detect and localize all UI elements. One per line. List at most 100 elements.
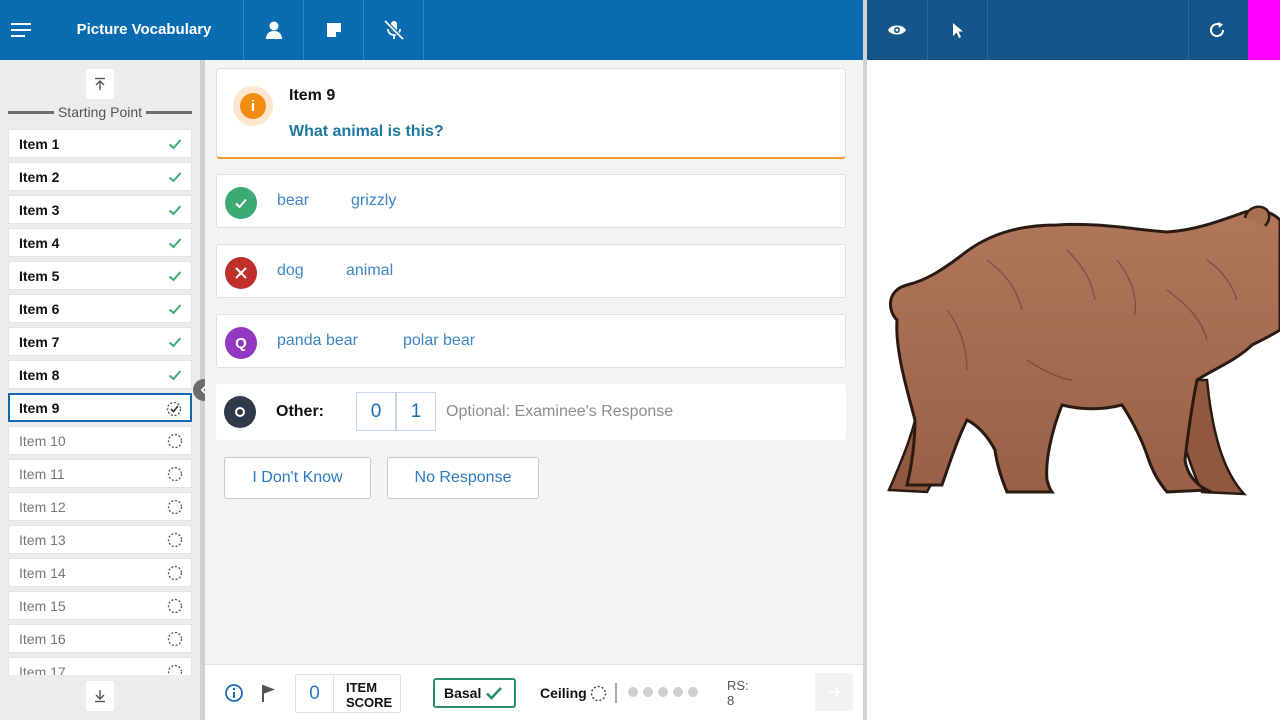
incorrect-answer[interactable]: dog <box>277 262 304 280</box>
mic-off-icon <box>383 19 404 41</box>
next-item-button[interactable] <box>815 673 853 711</box>
ceiling-dot <box>628 687 638 697</box>
pending-icon <box>167 598 183 614</box>
other-button[interactable] <box>224 396 256 428</box>
score-option-1[interactable]: 1 <box>396 392 436 431</box>
stimulus-panel <box>867 60 1280 720</box>
correct-answer[interactable]: bear <box>277 192 309 210</box>
info-circle-icon[interactable] <box>223 682 245 704</box>
starting-point-marker: Starting Point <box>8 102 192 122</box>
pending-icon <box>166 401 182 417</box>
query-response-row: Q panda bear polar bear <box>216 314 846 368</box>
pending-icon <box>167 466 183 482</box>
item-score-label: ITEM <box>346 680 378 695</box>
basal-label: Basal <box>444 685 482 701</box>
sidebar-item-label: Item 9 <box>19 399 60 416</box>
raw-score-value: 8 <box>727 693 735 708</box>
mic-off-button[interactable] <box>363 0 423 60</box>
check-icon <box>168 172 182 183</box>
toolbar-separator <box>423 0 424 60</box>
top-bar: Picture Vocabulary <box>0 0 863 60</box>
incorrect-answer[interactable]: animal <box>346 262 393 280</box>
pending-icon <box>167 631 183 647</box>
sidebar-item[interactable]: Item 16 <box>8 624 192 653</box>
menu-button[interactable] <box>0 0 44 60</box>
query-button[interactable]: Q <box>225 327 257 359</box>
sidebar-item[interactable]: Item 2 <box>8 162 192 191</box>
sidebar-item[interactable]: Item 9 <box>8 393 192 422</box>
sidebar-item[interactable]: Item 10 <box>8 426 192 455</box>
note-icon <box>326 23 341 37</box>
sidebar-item-label: Item 1 <box>19 135 60 152</box>
item-score-label: SCORE <box>346 695 393 710</box>
other-label: Other: <box>276 403 324 420</box>
flag-icon[interactable] <box>258 682 280 704</box>
no-response-button[interactable]: No Response <box>387 457 539 499</box>
question-card: i Item 9 What animal is this? <box>216 68 846 159</box>
examinee-response-input[interactable] <box>446 392 826 431</box>
check-icon <box>235 198 247 209</box>
info-icon: i <box>233 86 273 126</box>
footer-bar: 0 ITEM SCORE Basal Ceiling RS: 8 <box>205 664 863 720</box>
sidebar-item[interactable]: Item 4 <box>8 228 192 257</box>
dont-know-button[interactable]: I Don't Know <box>224 457 371 499</box>
sidebar-item-label: Item 13 <box>19 531 66 548</box>
pending-icon <box>590 685 607 702</box>
sidebar-item[interactable]: Item 17 <box>8 657 192 675</box>
item-score-value: 0 <box>296 675 334 712</box>
sidebar-item[interactable]: Item 1 <box>8 129 192 158</box>
sidebar-item[interactable]: Item 6 <box>8 294 192 323</box>
person-icon <box>265 21 282 39</box>
pointer-button[interactable] <box>927 0 987 60</box>
examinee-button[interactable] <box>243 0 303 60</box>
sidebar-item[interactable]: Item 8 <box>8 360 192 389</box>
scroll-to-top-button[interactable] <box>86 69 114 99</box>
sidebar-item[interactable]: Item 13 <box>8 525 192 554</box>
sidebar-item[interactable]: Item 3 <box>8 195 192 224</box>
check-icon <box>486 687 503 700</box>
app-title: Picture Vocabulary <box>76 21 212 38</box>
item-list: Item 1 Item 2 Item 3 Item 4 Item 5 Item 6 Item… <box>8 129 192 675</box>
scroll-to-bottom-button[interactable] <box>86 681 114 711</box>
sidebar-item[interactable]: Item 11 <box>8 459 192 488</box>
item-score: 0 ITEM SCORE <box>295 674 401 713</box>
bear-image <box>887 205 1280 496</box>
refresh-button[interactable] <box>1187 0 1247 60</box>
toolbar-separator <box>987 0 988 60</box>
sidebar-item-label: Item 14 <box>19 564 66 581</box>
sidebar-item[interactable]: Item 7 <box>8 327 192 356</box>
sidebar-item[interactable]: Item 15 <box>8 591 192 620</box>
notes-button[interactable] <box>303 0 363 60</box>
circle-icon <box>235 407 245 417</box>
sidebar-item-label: Item 6 <box>19 300 60 317</box>
scoring-panel: i Item 9 What animal is this? bear grizz… <box>205 60 863 664</box>
query-answer[interactable]: panda bear <box>277 332 358 350</box>
refresh-icon <box>1210 22 1225 38</box>
sidebar-item-label: Item 2 <box>19 168 60 185</box>
ceiling-progress <box>628 687 698 697</box>
query-answer[interactable]: polar bear <box>403 332 475 350</box>
sidebar-item-label: Item 17 <box>19 663 66 676</box>
query-icon: Q <box>235 334 247 352</box>
sidebar-item-label: Item 3 <box>19 201 60 218</box>
ceiling-dot <box>688 687 698 697</box>
ceiling-dot <box>673 687 683 697</box>
ceiling-label: Ceiling <box>540 685 587 701</box>
pending-icon <box>167 433 183 449</box>
preview-button[interactable] <box>867 0 927 60</box>
sidebar-item[interactable]: Item 14 <box>8 558 192 587</box>
correct-answer[interactable]: grizzly <box>351 192 396 210</box>
correct-button[interactable] <box>225 187 257 219</box>
eye-icon <box>888 25 906 35</box>
menu-icon <box>11 23 31 37</box>
sidebar-item[interactable]: Item 12 <box>8 492 192 521</box>
score-option-0[interactable]: 0 <box>356 392 396 431</box>
ceiling-dot <box>658 687 668 697</box>
starting-point-label: Starting Point <box>57 104 143 120</box>
incorrect-button[interactable] <box>225 257 257 289</box>
sidebar-item[interactable]: Item 5 <box>8 261 192 290</box>
item-title: Item 9 <box>289 87 336 104</box>
sidebar-item-label: Item 10 <box>19 432 66 449</box>
sidebar-item-label: Item 15 <box>19 597 66 614</box>
basal-badge: Basal <box>433 678 516 708</box>
